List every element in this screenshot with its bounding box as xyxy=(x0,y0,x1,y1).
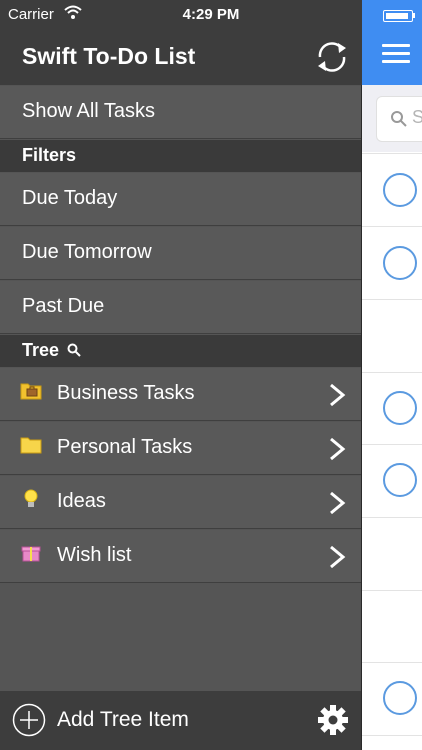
tree-item-label: Business Tasks xyxy=(57,382,195,404)
task-checkbox[interactable] xyxy=(383,391,417,425)
menu-icon[interactable] xyxy=(382,42,410,66)
filter-label: Due Today xyxy=(22,187,118,209)
filters-header-label: Filters xyxy=(22,145,77,165)
briefcase-folder-icon xyxy=(20,383,42,400)
clock: 4:29 PM xyxy=(182,6,240,23)
settings-gear-icon[interactable] xyxy=(316,703,350,737)
filter-due-today[interactable]: Due Today xyxy=(0,173,361,226)
sync-icon[interactable] xyxy=(312,38,352,76)
show-all-tasks[interactable]: Show All Tasks xyxy=(0,86,361,139)
list-divider xyxy=(362,372,422,373)
lightbulb-icon xyxy=(24,489,38,507)
list-divider xyxy=(362,517,422,518)
chevron-right-icon xyxy=(330,491,346,515)
tree-item-business-tasks[interactable]: Business Tasks xyxy=(0,368,361,421)
task-checkbox[interactable] xyxy=(383,246,417,280)
list-divider xyxy=(362,590,422,591)
list-divider xyxy=(362,226,422,227)
tree-item-label: Wish list xyxy=(57,544,132,566)
folder-icon xyxy=(20,437,42,454)
filter-label: Due Tomorrow xyxy=(22,241,152,263)
list-divider xyxy=(362,153,422,154)
tree-header: Tree xyxy=(0,335,361,367)
search-icon xyxy=(391,111,407,127)
filter-label: Past Due xyxy=(22,295,105,317)
chevron-right-icon xyxy=(330,437,346,461)
drawer-footer: Add Tree Item xyxy=(0,691,361,750)
filters-header: Filters xyxy=(0,140,361,172)
tree-item-label: Personal Tasks xyxy=(57,436,193,458)
search-placeholder: S xyxy=(412,107,422,127)
list-divider xyxy=(362,444,422,445)
show-all-label: Show All Tasks xyxy=(22,100,156,122)
filter-due-tomorrow[interactable]: Due Tomorrow xyxy=(0,227,361,280)
add-icon[interactable] xyxy=(12,703,46,737)
chevron-right-icon xyxy=(330,383,346,407)
list-divider xyxy=(362,662,422,663)
tree-header-label: Tree xyxy=(22,340,81,361)
task-checkbox[interactable] xyxy=(383,463,417,497)
status-bar-time: 4:29 PM xyxy=(0,0,422,29)
tree-item-ideas[interactable]: Ideas xyxy=(0,476,361,529)
add-tree-item-button[interactable]: Add Tree Item xyxy=(57,708,189,732)
list-divider xyxy=(362,299,422,300)
tree-item-wish-list[interactable]: Wish list xyxy=(0,530,361,583)
chevron-right-icon xyxy=(330,545,346,569)
side-drawer: Carrier Swift To-Do List Show All Tasks … xyxy=(0,0,362,750)
search-icon[interactable] xyxy=(67,343,81,357)
filter-past-due[interactable]: Past Due xyxy=(0,281,361,334)
tree-item-label: Ideas xyxy=(57,490,106,512)
task-checkbox[interactable] xyxy=(383,681,417,715)
drawer-header: Swift To-Do List xyxy=(0,29,362,85)
tree-header-text: Tree xyxy=(22,340,60,360)
list-divider xyxy=(362,735,422,736)
app-title: Swift To-Do List xyxy=(22,43,196,69)
tree-item-personal-tasks[interactable]: Personal Tasks xyxy=(0,422,361,475)
task-checkbox[interactable] xyxy=(383,173,417,207)
gift-icon xyxy=(21,546,41,562)
